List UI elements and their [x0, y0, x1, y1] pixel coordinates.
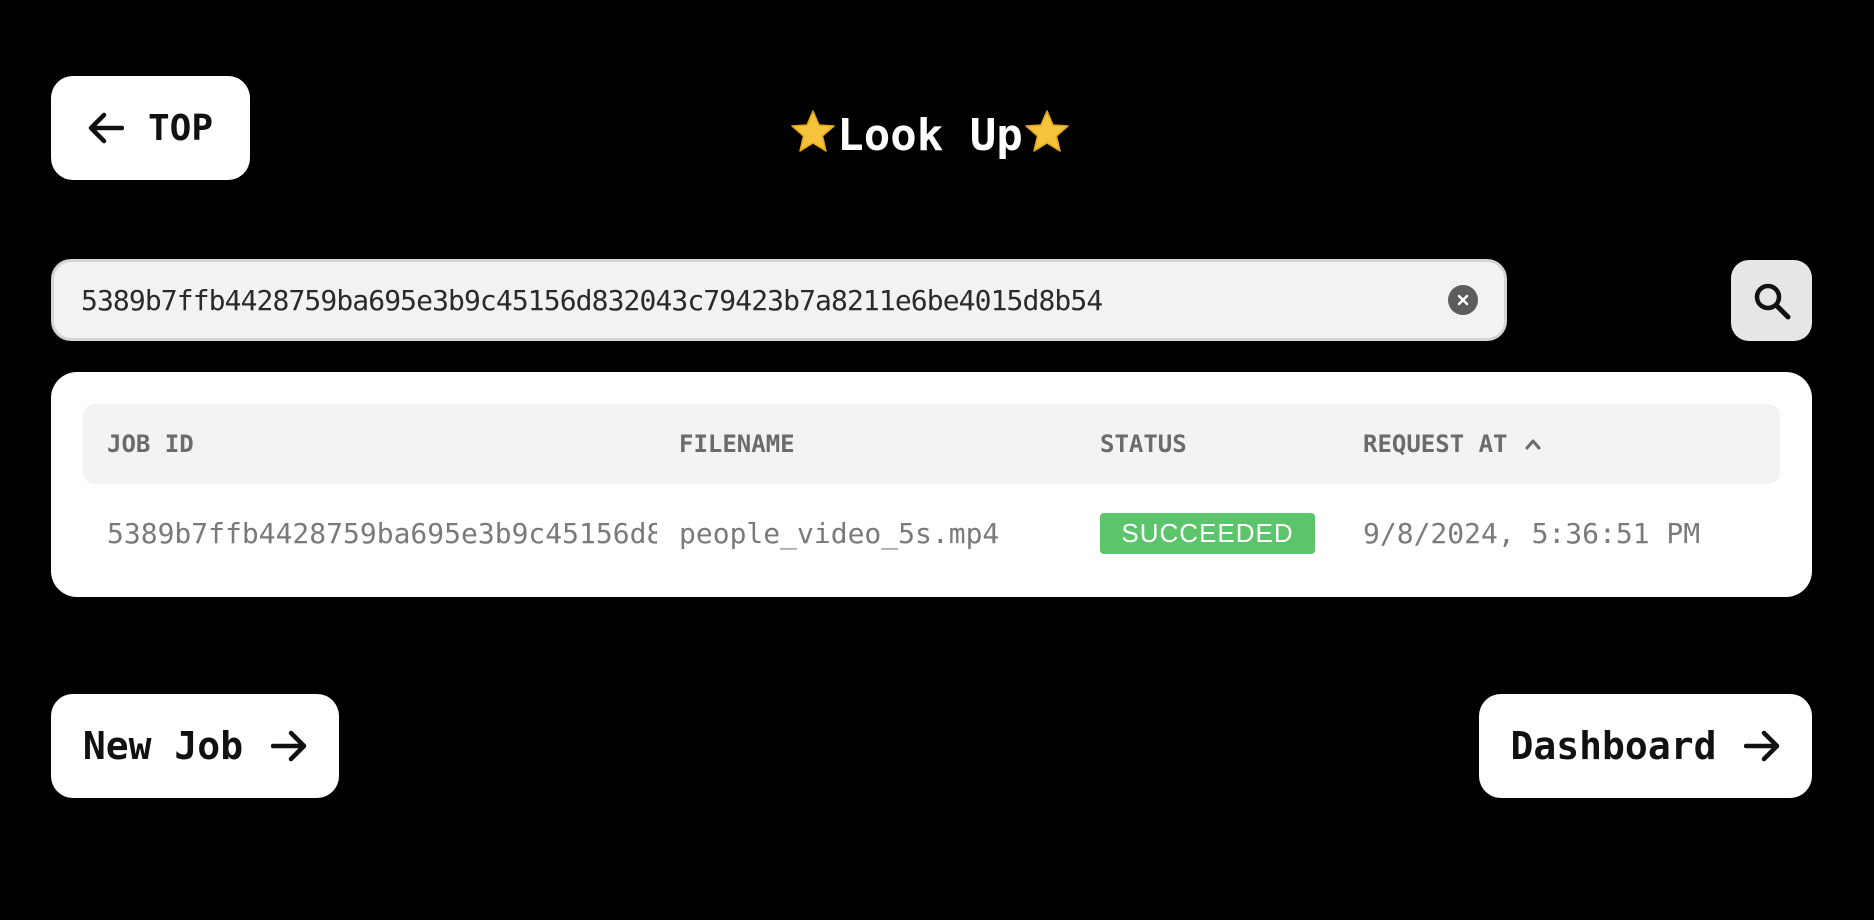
column-header-job-id[interactable]: JOB ID — [107, 404, 194, 484]
search-icon — [1754, 283, 1790, 319]
search-input[interactable] — [81, 283, 1448, 317]
column-label: JOB ID — [107, 430, 194, 458]
column-header-filename[interactable]: FILENAME — [679, 404, 795, 484]
cell-request-at: 9/8/2024, 5:36:51 PM — [1363, 516, 1701, 550]
column-label: FILENAME — [679, 430, 795, 458]
table-header: JOB ID FILENAME STATUS REQUEST AT — [83, 404, 1780, 484]
column-label: REQUEST AT — [1363, 430, 1508, 458]
arrow-right-icon — [1744, 730, 1780, 762]
page-title: Look Up — [0, 106, 1860, 166]
sort-up-icon — [1525, 439, 1540, 450]
dashboard-label: Dashboard — [1510, 724, 1717, 768]
lookup-page: TOP Look Up JOB ID FILENAME STATUS REQUE… — [0, 0, 1874, 920]
search-field — [51, 259, 1507, 341]
status-badge: SUCCEEDED — [1100, 512, 1315, 554]
title-text: Look Up — [837, 110, 1023, 161]
column-header-request-at[interactable]: REQUEST AT — [1363, 404, 1542, 484]
star-icon — [791, 110, 836, 152]
column-header-status[interactable]: STATUS — [1100, 404, 1187, 484]
cell-job-id: 5389b7ffb4428759ba695e3b9c45156d832043c7… — [107, 516, 657, 550]
new-job-button[interactable]: New Job — [51, 694, 339, 798]
cell-filename: people_video_5s.mp4 — [679, 516, 1000, 550]
new-job-label: New Job — [82, 724, 244, 768]
star-icon — [1024, 110, 1069, 152]
column-label: STATUS — [1100, 430, 1187, 458]
arrow-right-icon — [271, 730, 307, 762]
clear-icon[interactable] — [1448, 285, 1478, 315]
dashboard-button[interactable]: Dashboard — [1479, 694, 1812, 798]
search-button[interactable] — [1731, 260, 1812, 341]
cell-status: SUCCEEDED — [1100, 500, 1340, 566]
results-table: JOB ID FILENAME STATUS REQUEST AT 5389b7… — [51, 372, 1812, 597]
table-row[interactable]: 5389b7ffb4428759ba695e3b9c45156d832043c7… — [83, 500, 1780, 566]
